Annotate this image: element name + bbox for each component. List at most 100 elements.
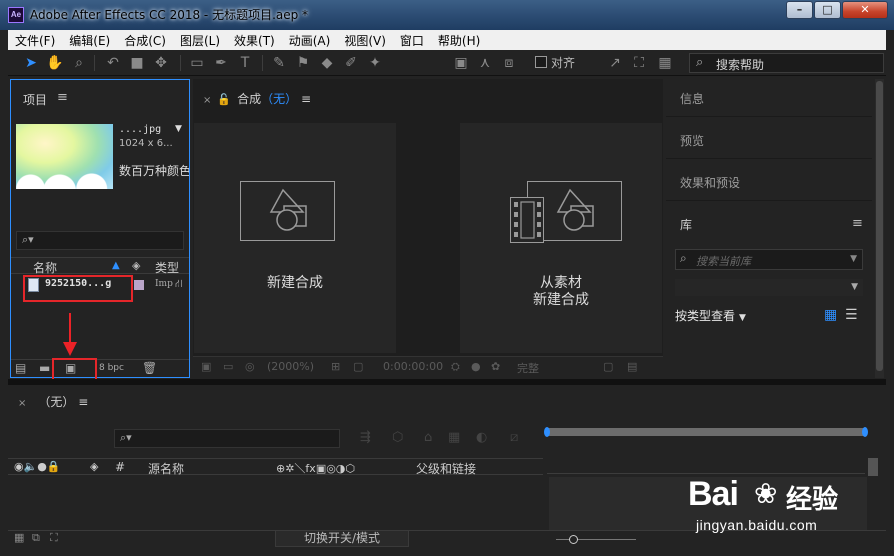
frame-icon[interactable]: ⛶ xyxy=(50,531,58,545)
zoom-dropdown[interactable]: (2000%) xyxy=(267,360,314,373)
info-panel-tab[interactable]: 信息 xyxy=(680,90,704,107)
library-dropdown[interactable]: ▼ xyxy=(675,279,863,296)
menu-composition[interactable]: 合成(C) xyxy=(117,32,173,49)
rotate-tool-icon[interactable]: ↶ xyxy=(104,54,122,72)
column-number[interactable]: # xyxy=(115,460,125,474)
menu-help[interactable]: 帮助(H) xyxy=(431,32,487,49)
column-name[interactable]: 名称 xyxy=(33,259,57,276)
text-tool-icon[interactable]: T xyxy=(236,54,254,72)
grid-view-icon[interactable]: ▦ xyxy=(824,307,837,323)
pen-tool-icon[interactable]: ✒ xyxy=(212,54,230,72)
close-button[interactable]: ✕ xyxy=(842,1,888,19)
new-folder-icon[interactable]: ▬ xyxy=(39,361,50,375)
region-icon[interactable]: ▢ xyxy=(353,360,363,373)
mask-icon[interactable]: ◎ xyxy=(245,360,255,373)
layout-icon[interactable]: ▢ xyxy=(603,360,613,373)
monitor-icon[interactable]: ▭ xyxy=(223,360,233,373)
trash-icon[interactable]: 🗑 xyxy=(142,361,157,375)
roto-brush-tool-icon[interactable]: ✐ xyxy=(342,54,360,72)
clone-stamp-tool-icon[interactable]: ⚑ xyxy=(294,54,312,72)
close-tab-icon[interactable]: × xyxy=(18,398,26,409)
column-type[interactable]: 类型 xyxy=(155,259,179,276)
list-view-icon[interactable]: ☰ xyxy=(845,307,858,323)
preview-panel-tab[interactable]: 预览 xyxy=(680,132,704,149)
menu-effect[interactable]: 效果(T) xyxy=(227,32,282,49)
grid-icon[interactable]: ▤ xyxy=(627,360,637,373)
workspace-icon[interactable]: ▦ xyxy=(656,54,674,72)
view-axis-icon[interactable]: ⧈ xyxy=(500,54,518,72)
footage-dropdown-icon[interactable]: ▼ xyxy=(175,124,182,134)
eraser-tool-icon[interactable]: ◆ xyxy=(318,54,336,72)
channel-icon[interactable]: ● xyxy=(471,360,481,373)
library-panel-title[interactable]: 库 xyxy=(680,216,692,233)
menu-window[interactable]: 窗口 xyxy=(393,32,431,49)
panel-menu-icon[interactable]: ≡ xyxy=(301,92,311,106)
work-area-start-handle[interactable] xyxy=(544,427,550,437)
effects-presets-panel-tab[interactable]: 效果和预设 xyxy=(680,174,740,191)
graph-editor-icon[interactable]: ⧄ xyxy=(510,430,518,445)
label-color-chip[interactable] xyxy=(134,280,144,290)
column-source-name[interactable]: 源名称 xyxy=(148,460,184,477)
label-tag-icon[interactable]: ◈ xyxy=(90,460,98,473)
menu-layer[interactable]: 图层(L) xyxy=(173,32,227,49)
resolution-icon[interactable]: ⊞ xyxy=(331,360,340,373)
panel-menu-icon[interactable]: ≡ xyxy=(852,216,863,231)
snap-checkbox[interactable] xyxy=(535,56,547,68)
shy-icon[interactable]: ⌂ xyxy=(424,430,432,445)
panel-menu-icon[interactable]: ≡ xyxy=(78,395,88,409)
timeline-search-input[interactable]: ⌕▾ xyxy=(114,429,340,448)
preview-icon[interactable]: ▣ xyxy=(201,360,211,373)
bit-depth-button[interactable]: 8 bpc xyxy=(99,363,124,373)
timeline-tab[interactable]: × （无） ≡ xyxy=(18,393,88,410)
interpret-footage-icon[interactable]: ▤ xyxy=(15,361,26,375)
render-icon[interactable]: ▦ xyxy=(14,531,24,544)
library-search-input[interactable]: ⌕ 搜索当前库 ▼ xyxy=(675,249,863,270)
zoom-slider-knob[interactable] xyxy=(569,535,578,544)
menu-animation[interactable]: 动画(A) xyxy=(282,32,338,49)
layer-switches-icons[interactable]: ⊕✲＼fx▣◎◑⬡ xyxy=(276,460,355,476)
camera-tool-icon[interactable]: ■ xyxy=(128,54,146,72)
work-area-end-handle[interactable] xyxy=(862,427,868,437)
transfer-icon[interactable]: ⧉ xyxy=(32,531,40,545)
timeline-scroll-handle[interactable] xyxy=(868,458,878,476)
snapshot-icon[interactable]: ⛭ xyxy=(451,360,460,374)
scrollbar-thumb[interactable] xyxy=(876,81,883,371)
hand-tool-icon[interactable]: ✋ xyxy=(46,54,64,72)
view-by-type-dropdown[interactable]: 按类型查看 ▼ xyxy=(675,307,746,324)
menu-edit[interactable]: 编辑(E) xyxy=(62,32,117,49)
menu-view[interactable]: 视图(V) xyxy=(337,32,393,49)
puppet-pin-tool-icon[interactable]: ✦ xyxy=(366,54,384,72)
local-axis-icon[interactable]: ▣ xyxy=(452,54,470,72)
timeline-zoom-slider[interactable] xyxy=(556,535,636,544)
composition-tab[interactable]: × 🔓 合成（无） ≡ xyxy=(203,90,311,107)
brush-tool-icon[interactable]: ✎ xyxy=(270,54,288,72)
color-icon[interactable]: ✿ xyxy=(491,360,500,373)
toggle-switches-modes-button[interactable]: 切换开关/模式 xyxy=(275,530,409,547)
timecode[interactable]: 0:00:00:00 xyxy=(383,360,443,373)
label-tag-icon[interactable]: ◈ xyxy=(132,259,140,272)
time-ruler[interactable] xyxy=(547,444,865,474)
snap-edge-icon[interactable]: ↗ xyxy=(606,54,624,72)
zoom-tool-icon[interactable]: ⌕ xyxy=(70,54,88,72)
pan-behind-tool-icon[interactable]: ✥ xyxy=(152,54,170,72)
world-axis-icon[interactable]: ⋏ xyxy=(476,54,494,72)
menu-file[interactable]: 文件(F) xyxy=(8,32,62,49)
chevron-down-icon[interactable]: ▼ xyxy=(850,254,857,264)
close-tab-icon[interactable]: × xyxy=(203,95,211,106)
project-search-input[interactable]: ⌕▾ xyxy=(16,231,184,250)
panel-menu-icon[interactable]: ≡ xyxy=(57,90,68,105)
maximize-button[interactable]: □ xyxy=(814,1,841,19)
lock-icon[interactable]: 🔓 xyxy=(217,93,231,106)
snap-feature-icon[interactable]: ⛶ xyxy=(630,54,648,72)
frame-blend-icon[interactable]: ▦ xyxy=(448,430,460,445)
chevron-down-icon[interactable]: ▼ xyxy=(851,282,858,292)
right-scrollbar[interactable] xyxy=(875,79,884,378)
project-panel-title[interactable]: 项目 xyxy=(23,91,47,108)
column-parent-link[interactable]: 父级和链接 xyxy=(416,460,476,477)
comp-mini-flowchart-icon[interactable]: ⇶ xyxy=(360,430,371,445)
work-area-bar[interactable] xyxy=(544,427,868,437)
av-features-icons[interactable]: ◉🔈●🔒 xyxy=(14,460,61,473)
new-composition-card[interactable]: 新建合成 xyxy=(194,123,396,353)
selection-tool-icon[interactable]: ➤ xyxy=(22,54,40,72)
sort-ascending-icon[interactable]: ▲ xyxy=(112,260,120,271)
